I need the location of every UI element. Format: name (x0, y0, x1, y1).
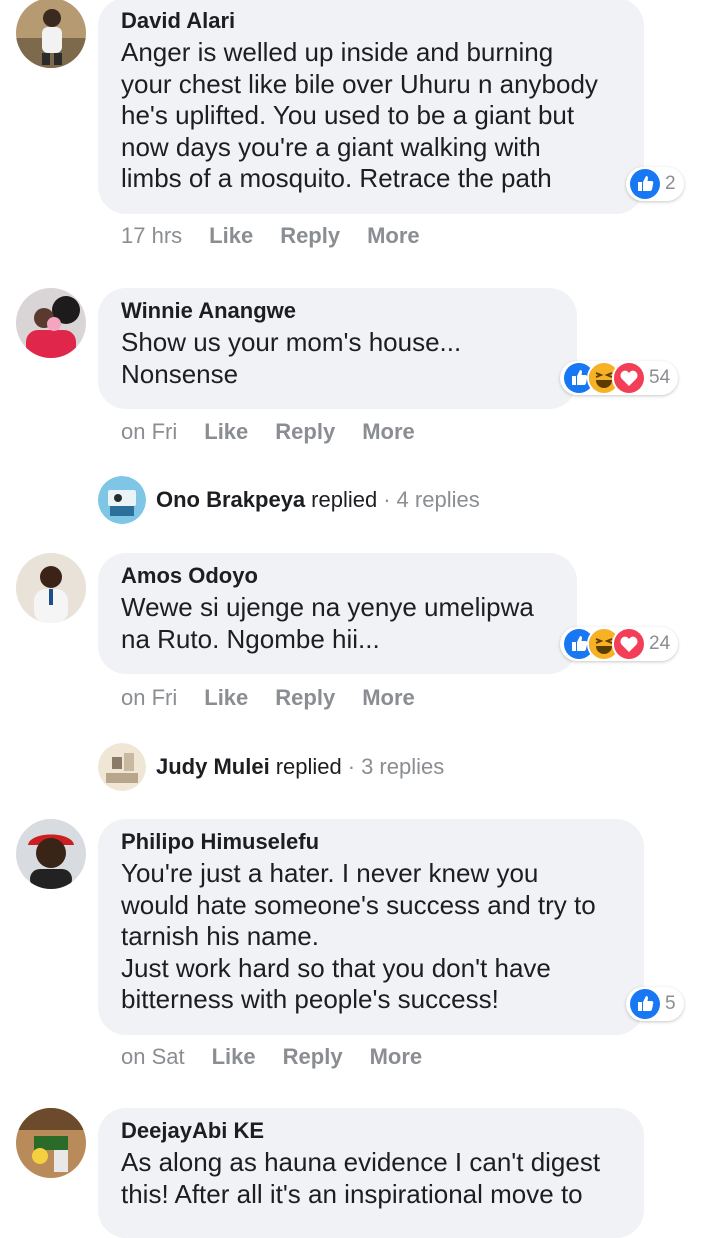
like-reaction-icon (628, 167, 662, 201)
avatar-philipo-himuselefu[interactable] (16, 819, 86, 889)
avatar-deejayabi-ke[interactable] (16, 1108, 86, 1178)
reaction-summary[interactable]: 24 (560, 627, 679, 661)
like-button[interactable]: Like (209, 221, 253, 251)
like-reaction-icon (628, 987, 662, 1021)
reaction-summary[interactable]: 2 (626, 167, 684, 201)
comment-text: Anger is welled up inside and burning yo… (121, 37, 598, 193)
more-button[interactable]: More (367, 221, 420, 251)
separator-dot: · (383, 487, 391, 512)
comment-bubble: Philipo Himuselefu You're just a hater. … (98, 819, 644, 1035)
comment-actions: on Fri Like Reply More (121, 683, 442, 713)
replied-label: replied (311, 487, 378, 512)
comment-bubble: Winnie Anangwe Show us your mom's house.… (98, 288, 577, 409)
view-replies-link[interactable]: Judy Mulei replied · 3 replies (98, 743, 444, 791)
more-button[interactable]: More (362, 417, 415, 447)
comment-timestamp[interactable]: on Fri (121, 417, 177, 447)
reply-button[interactable]: Reply (280, 221, 340, 251)
reaction-count: 54 (649, 367, 671, 388)
replier-name: Judy Mulei (156, 754, 270, 779)
comment-text: You're just a hater. I never knew you wo… (121, 858, 596, 1014)
like-button[interactable]: Like (204, 417, 248, 447)
reply-count: 3 replies (361, 754, 445, 779)
reply-button[interactable]: Reply (275, 683, 335, 713)
reply-button[interactable]: Reply (275, 417, 335, 447)
like-button[interactable]: Like (212, 1042, 256, 1072)
love-reaction-icon (612, 627, 646, 661)
comment-author[interactable]: David Alari (121, 8, 620, 34)
avatar-ono-brakpeya (98, 476, 146, 524)
reply-count: 4 replies (396, 487, 480, 512)
avatar-david-alari[interactable] (16, 0, 86, 68)
like-button[interactable]: Like (204, 683, 248, 713)
comment-timestamp[interactable]: on Fri (121, 683, 177, 713)
reply-button[interactable]: Reply (283, 1042, 343, 1072)
reaction-count: 24 (649, 633, 671, 654)
comment-author[interactable]: DeejayAbi KE (121, 1118, 620, 1144)
comment-text: Wewe si ujenge na yenye umelipwa na Ruto… (121, 592, 534, 654)
comment-timestamp[interactable]: on Sat (121, 1042, 185, 1072)
love-reaction-icon (612, 361, 646, 395)
comment-author[interactable]: Philipo Himuselefu (121, 829, 620, 855)
avatar-amos-odoyo[interactable] (16, 553, 86, 623)
reaction-summary[interactable]: 5 (626, 987, 684, 1021)
view-replies-link[interactable]: Ono Brakpeya replied · 4 replies (98, 476, 480, 524)
reaction-count: 2 (665, 173, 676, 194)
reaction-summary[interactable]: 54 (560, 361, 679, 395)
avatar-judy-mulei (98, 743, 146, 791)
replied-label: replied (275, 754, 342, 779)
replier-name: Ono Brakpeya (156, 487, 306, 512)
comment-author[interactable]: Winnie Anangwe (121, 298, 553, 324)
comment-text: Show us your mom's house... Nonsense (121, 327, 462, 389)
comment-bubble: DeejayAbi KE As along as hauna evidence … (98, 1108, 644, 1238)
more-button[interactable]: More (370, 1042, 423, 1072)
more-button[interactable]: More (362, 683, 415, 713)
avatar-winnie-anangwe[interactable] (16, 288, 86, 358)
comment-actions: on Fri Like Reply More (121, 417, 442, 447)
comment-actions: 17 hrs Like Reply More (121, 221, 447, 251)
comment-bubble: Amos Odoyo Wewe si ujenge na yenye umeli… (98, 553, 577, 674)
reaction-count: 5 (665, 993, 676, 1014)
comment-timestamp[interactable]: 17 hrs (121, 221, 182, 251)
comment-author[interactable]: Amos Odoyo (121, 563, 553, 589)
comment-actions: on Sat Like Reply More (121, 1042, 449, 1072)
comment-bubble: David Alari Anger is welled up inside an… (98, 0, 644, 214)
separator-dot: · (347, 754, 356, 779)
comment-text: As along as hauna evidence I can't diges… (121, 1147, 601, 1209)
